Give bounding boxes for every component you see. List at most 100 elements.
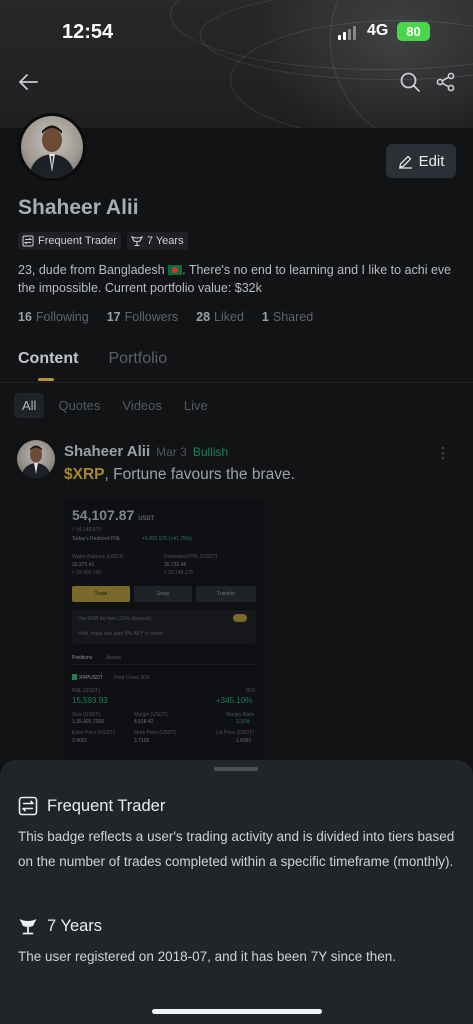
shot-roi-label: ROI — [246, 688, 255, 694]
shot-pnl-value: 15,593.93 — [72, 696, 108, 705]
post-header: Shaheer Alii Mar 3 Bullish — [64, 443, 228, 460]
shot-size-label: Size (USDT) — [72, 712, 101, 718]
shot-symbol: XRPUSDT — [79, 675, 103, 681]
shot-unrealized-value: 20,732.46 — [164, 562, 187, 568]
top-navbar — [0, 60, 473, 104]
badge-frequent-trader[interactable]: Frequent Trader — [18, 232, 121, 250]
tab-divider — [0, 382, 473, 383]
edit-label: Edit — [418, 152, 445, 170]
shot-bnb-toggle — [233, 614, 247, 622]
tab-content[interactable]: Content — [18, 350, 78, 381]
home-indicator[interactable] — [152, 1009, 322, 1014]
stat-followers[interactable]: 17 Followers — [107, 310, 178, 324]
post-author[interactable]: Shaheer Alii — [64, 443, 150, 460]
profile-tabs: Content Portfolio — [18, 350, 167, 381]
status-time: 12:54 — [62, 21, 114, 43]
shot-entry-label: Entry Price (USDT) — [72, 730, 115, 736]
profile-avatar[interactable] — [18, 113, 86, 181]
shot-tab-positions: Positions — [72, 655, 93, 661]
badge-label: Frequent Trader — [38, 235, 117, 247]
filter-all[interactable]: All — [14, 393, 45, 418]
sentiment-badge: Bullish — [192, 445, 229, 459]
shot-pnl-label: PNL (USDT) — [72, 688, 100, 694]
sheet-trader-title: Frequent Trader — [47, 796, 166, 815]
stat-liked[interactable]: 28 Liked — [196, 310, 244, 324]
battery-icon: 80 — [397, 22, 430, 41]
shot-size-value: 1,35,420.7260 — [72, 719, 104, 725]
shot-wallet-value: 33,375.41 — [72, 562, 95, 568]
shot-realized-value: +5,831.575 (+41.75%) — [142, 536, 192, 542]
sheet-years-title: 7 Years — [47, 916, 103, 935]
badge-info-sheet: Frequent Trader This badge reflects a us… — [0, 760, 473, 1024]
stat-following[interactable]: 16 Following — [18, 310, 89, 324]
trade-badge-icon — [18, 796, 38, 816]
trophy-icon — [130, 236, 143, 247]
trade-badge-icon — [22, 235, 34, 247]
shot-roi-value: +345.10% — [216, 696, 253, 705]
more-options-icon[interactable] — [440, 445, 446, 466]
shot-ratio-label: Margin Ratio — [226, 712, 255, 718]
search-icon[interactable] — [396, 68, 424, 96]
shot-unit: USDT — [138, 516, 155, 522]
shot-total: 54,107.87 USDT — [72, 507, 155, 523]
post-image[interactable]: 54,107.87 USDT ≈ 54,148.675 Today's Real… — [64, 500, 264, 760]
shot-swap-button: Swap — [134, 586, 192, 602]
sheet-trader-heading: Frequent Trader — [18, 796, 165, 816]
shot-mark-label: Mark Price (USDT) — [134, 730, 177, 736]
shot-realized-label: Today's Realized PNL — [72, 536, 121, 542]
shot-transfer-button: Transfer — [196, 586, 256, 602]
shot-symbol-tags: Perp Cross 20X — [114, 675, 150, 681]
shot-tab-assets: Assets — [106, 655, 122, 661]
battery-level: 80 — [406, 24, 421, 39]
badge-label: 7 Years — [146, 235, 184, 247]
shot-entry-value: 2.4051 — [72, 738, 88, 744]
status-bar: 12:54 4G 80 — [0, 0, 473, 64]
sheet-drag-handle[interactable] — [214, 767, 258, 771]
bio-text: 23, dude from Bangladesh — [18, 263, 165, 277]
profile-stats: 16 Following 17 Followers 28 Liked 1 Shared — [18, 310, 313, 324]
profile-name: Shaheer Alii — [18, 196, 139, 219]
filter-live[interactable]: Live — [176, 393, 216, 418]
stat-shared[interactable]: 1 Shared — [262, 310, 313, 324]
post-date: Mar 3 — [156, 445, 187, 459]
shot-ratio-value: 3.16% — [236, 719, 251, 725]
shot-margin-value: 4,518.42 — [134, 719, 154, 725]
sheet-trader-description: This badge reflects a user's trading act… — [18, 829, 455, 869]
bangladesh-flag-icon — [168, 265, 183, 275]
profile-bio: 23, dude from Bangladesh . There's no en… — [18, 261, 458, 297]
network-type: 4G — [367, 22, 389, 39]
badge-row: Frequent Trader 7 Years — [18, 232, 188, 250]
back-arrow-icon[interactable] — [14, 68, 42, 96]
signal-icon — [338, 26, 356, 40]
shot-unrealized-sub: ≈ 20,748.175 — [164, 570, 194, 576]
ticker-link[interactable]: $XRP — [64, 466, 105, 483]
shot-trade-button: Trade — [72, 586, 130, 602]
content-filters: All Quotes Videos Live — [14, 393, 216, 418]
pencil-icon — [398, 155, 412, 169]
sheet-years-description: The user registered on 2018-07, and it h… — [18, 949, 397, 964]
shot-liq-label: Liq Price (USDT) — [216, 730, 254, 736]
shot-divider — [72, 664, 256, 665]
post-text: , Fortune favours the brave. — [104, 466, 295, 483]
filter-videos[interactable]: Videos — [114, 393, 170, 418]
shot-hold-text: Hold, trade and earn 8% APY or more! — [78, 631, 164, 637]
shot-liq-value: 1.6561 — [236, 738, 252, 744]
shot-mark-value: 2.7155 — [134, 738, 150, 744]
shot-subtotal: ≈ 54,148.675 — [72, 527, 102, 533]
shot-margin-label: Margin (USDT) — [134, 712, 168, 718]
badge-years[interactable]: 7 Years — [126, 232, 188, 250]
share-icon[interactable] — [432, 68, 460, 96]
shot-bnb-text: Use BNB for fees (10% discount) — [78, 616, 152, 622]
trophy-icon — [19, 919, 37, 935]
shot-unrealized-label: Unrealized PNL (USDT) — [164, 554, 218, 560]
shot-wallet-label: Wallet Balance (USDT) — [72, 554, 124, 560]
post-avatar[interactable] — [17, 440, 55, 478]
shot-symbol-icon — [72, 674, 77, 680]
edit-profile-button[interactable]: Edit — [386, 144, 456, 178]
filter-quotes[interactable]: Quotes — [50, 393, 108, 418]
avatar — [21, 116, 83, 178]
sheet-years-heading: 7 Years — [18, 916, 102, 936]
tab-portfolio[interactable]: Portfolio — [108, 350, 167, 368]
shot-wallet-sub: ≈ 33,400.795 — [72, 570, 102, 576]
post-body: $XRP, Fortune favours the brave. — [64, 466, 295, 484]
